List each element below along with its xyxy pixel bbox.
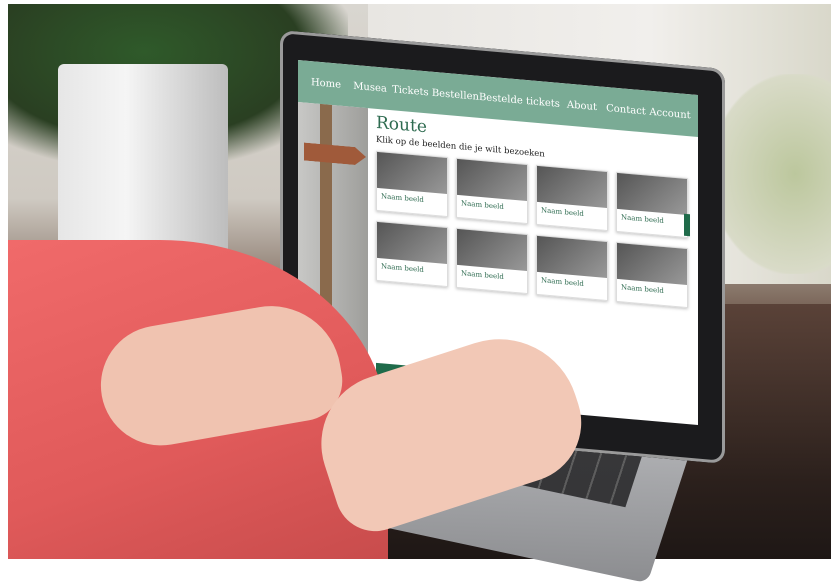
statue-card[interactable]: Naam beeld	[616, 171, 688, 239]
plant-pot	[58, 64, 228, 264]
statue-image	[457, 228, 527, 272]
nav-tickets-bestellen[interactable]: Tickets Bestellen	[392, 84, 479, 103]
nav-contact[interactable]: Contact	[604, 102, 648, 117]
statue-image	[617, 172, 687, 216]
nav-musea[interactable]: Musea	[348, 80, 392, 95]
nav-home[interactable]: Home	[304, 76, 348, 91]
statue-card[interactable]: Naam beeld	[456, 227, 528, 295]
nav-account[interactable]: Account	[648, 106, 692, 121]
nav-bestelde-tickets[interactable]: Bestelde tickets	[479, 91, 560, 109]
statue-image	[537, 235, 607, 279]
statue-image	[537, 165, 607, 209]
statue-card[interactable]: Naam beeld	[376, 150, 448, 218]
statue-card[interactable]: Naam beeld	[616, 241, 688, 309]
background-plant-blur	[711, 74, 831, 274]
statue-grid: Naam beeld Naam beeld Naam beeld Naam be…	[376, 150, 690, 309]
signpost-arrow	[304, 143, 366, 166]
statue-image	[377, 151, 447, 195]
statue-image	[457, 158, 527, 202]
statue-image	[377, 221, 447, 265]
statue-card[interactable]: Naam beeld	[456, 157, 528, 225]
statue-card[interactable]: Naam beeld	[536, 164, 608, 232]
nav-about[interactable]: About	[560, 98, 604, 113]
statue-card[interactable]: Naam beeld	[376, 220, 448, 288]
scrollbar-thumb[interactable]	[684, 213, 690, 237]
statue-card[interactable]: Naam beeld	[536, 234, 608, 302]
statue-image	[617, 242, 687, 286]
